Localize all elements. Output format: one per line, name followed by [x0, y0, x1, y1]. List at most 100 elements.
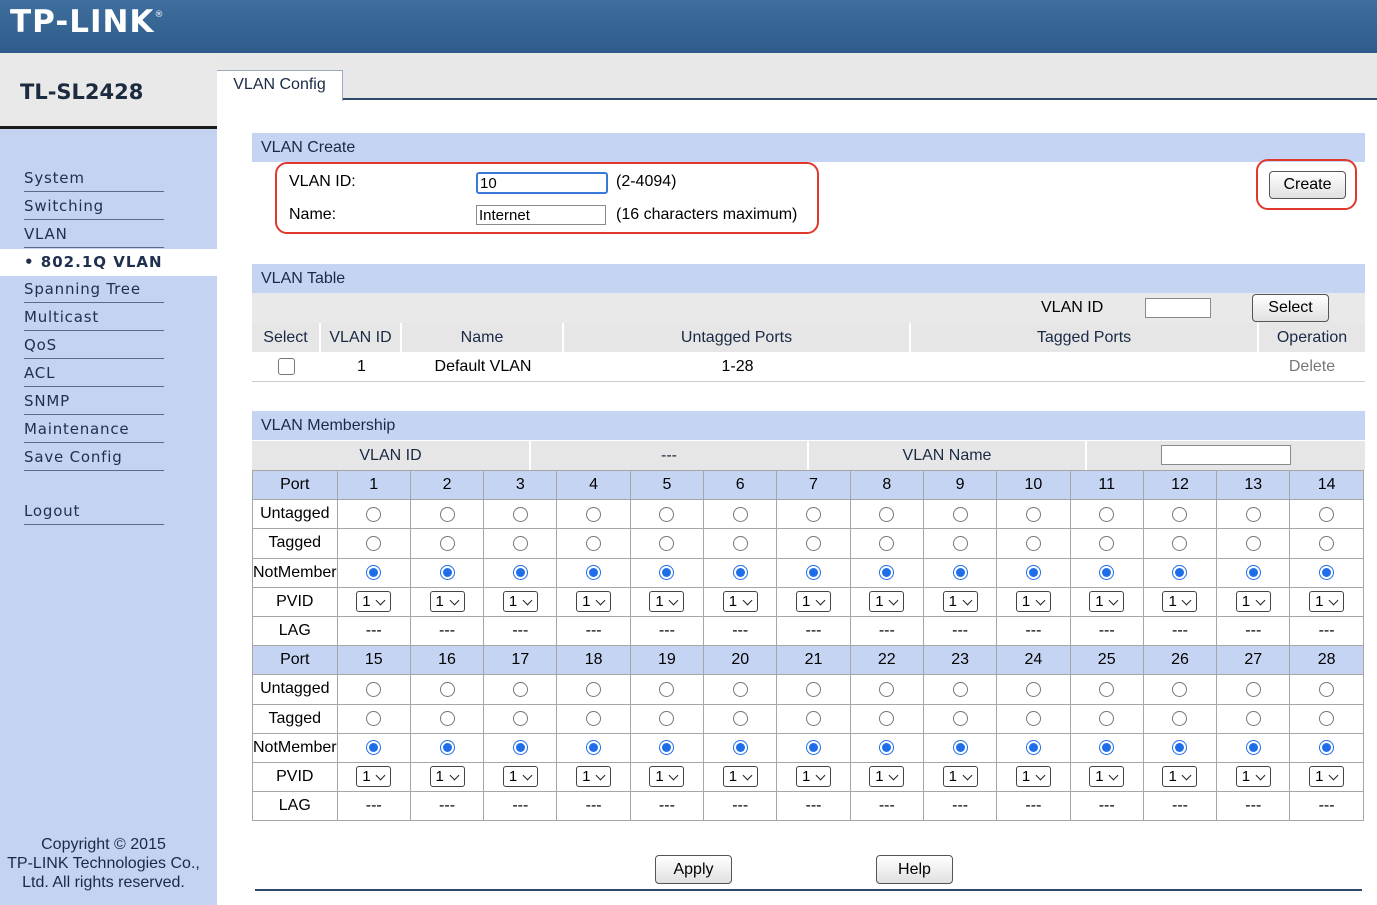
untagged-radio-port-21[interactable] — [806, 681, 821, 697]
pvid-select-port-6[interactable]: 1 — [722, 591, 758, 613]
select-button[interactable]: Select — [1252, 294, 1329, 322]
pvid-select-port-5[interactable]: 1 — [649, 591, 685, 613]
tagged-radio-port-5[interactable] — [659, 535, 675, 551]
untagged-radio-port-7[interactable] — [806, 506, 821, 522]
pvid-select-port-16[interactable]: 1 — [429, 766, 465, 788]
tagged-radio-port-21[interactable] — [806, 710, 821, 726]
notmember-radio-port-10[interactable] — [1025, 564, 1041, 580]
untagged-radio-port-28[interactable] — [1319, 681, 1335, 697]
tagged-radio-port-18[interactable] — [586, 710, 602, 726]
tagged-radio-port-9[interactable] — [952, 535, 968, 551]
notmember-radio-port-26[interactable] — [1172, 740, 1188, 756]
sidebar-item-save-config[interactable]: Save Config — [24, 446, 164, 471]
tagged-radio-port-6[interactable] — [732, 535, 748, 551]
tagged-radio-port-11[interactable] — [1099, 535, 1115, 551]
tagged-radio-port-15[interactable] — [366, 710, 382, 726]
tagged-radio-port-8[interactable] — [879, 535, 895, 551]
row-select-checkbox[interactable] — [278, 358, 295, 375]
notmember-radio-port-20[interactable] — [732, 740, 748, 756]
tagged-radio-port-22[interactable] — [879, 710, 895, 726]
sidebar-item-system[interactable]: System — [24, 167, 164, 192]
pvid-select-port-25[interactable]: 1 — [1089, 766, 1125, 788]
notmember-radio-port-3[interactable] — [512, 564, 528, 580]
pvid-select-port-27[interactable]: 1 — [1235, 766, 1271, 788]
notmember-radio-port-11[interactable] — [1099, 564, 1115, 580]
sidebar-item-qos[interactable]: QoS — [24, 334, 164, 359]
apply-button[interactable]: Apply — [655, 855, 732, 884]
tagged-radio-port-25[interactable] — [1099, 710, 1115, 726]
notmember-radio-port-9[interactable] — [952, 564, 968, 580]
tagged-radio-port-26[interactable] — [1172, 710, 1188, 726]
pvid-select-port-24[interactable]: 1 — [1015, 766, 1051, 788]
untagged-radio-port-10[interactable] — [1025, 506, 1041, 522]
tagged-radio-port-19[interactable] — [659, 710, 675, 726]
membership-vlan-name-input[interactable] — [1161, 445, 1291, 465]
tagged-radio-port-10[interactable] — [1025, 535, 1041, 551]
sidebar-item-switching[interactable]: Switching — [24, 195, 164, 220]
untagged-radio-port-16[interactable] — [439, 681, 455, 697]
untagged-radio-port-8[interactable] — [879, 506, 895, 522]
pvid-select-port-7[interactable]: 1 — [796, 591, 831, 613]
notmember-radio-port-4[interactable] — [586, 564, 602, 580]
tagged-radio-port-13[interactable] — [1245, 535, 1261, 551]
untagged-radio-port-15[interactable] — [366, 681, 382, 697]
untagged-radio-port-24[interactable] — [1025, 681, 1041, 697]
untagged-radio-port-11[interactable] — [1099, 506, 1115, 522]
pvid-select-port-13[interactable]: 1 — [1235, 591, 1271, 613]
pvid-select-port-22[interactable]: 1 — [869, 766, 905, 788]
sidebar-item-multicast[interactable]: Multicast — [24, 306, 164, 331]
filter-vlan-id-input[interactable] — [1145, 298, 1211, 318]
untagged-radio-port-5[interactable] — [659, 506, 675, 522]
notmember-radio-port-1[interactable] — [366, 564, 382, 580]
pvid-select-port-21[interactable]: 1 — [796, 766, 831, 788]
pvid-select-port-28[interactable]: 1 — [1309, 766, 1345, 788]
delete-link[interactable]: Delete — [1259, 352, 1365, 381]
pvid-select-port-11[interactable]: 1 — [1089, 591, 1125, 613]
tagged-radio-port-23[interactable] — [952, 710, 968, 726]
notmember-radio-port-21[interactable] — [806, 740, 821, 756]
untagged-radio-port-17[interactable] — [512, 681, 528, 697]
untagged-radio-port-19[interactable] — [659, 681, 675, 697]
untagged-radio-port-27[interactable] — [1245, 681, 1261, 697]
sidebar-item-acl[interactable]: ACL — [24, 362, 164, 387]
untagged-radio-port-2[interactable] — [439, 506, 455, 522]
notmember-radio-port-27[interactable] — [1245, 740, 1261, 756]
notmember-radio-port-12[interactable] — [1172, 564, 1188, 580]
vlan-id-input[interactable] — [476, 172, 608, 194]
tagged-radio-port-27[interactable] — [1245, 710, 1261, 726]
untagged-radio-port-26[interactable] — [1172, 681, 1188, 697]
notmember-radio-port-22[interactable] — [879, 740, 895, 756]
untagged-radio-port-25[interactable] — [1099, 681, 1115, 697]
notmember-radio-port-15[interactable] — [366, 740, 382, 756]
untagged-radio-port-13[interactable] — [1245, 506, 1261, 522]
pvid-select-port-20[interactable]: 1 — [722, 766, 758, 788]
notmember-radio-port-8[interactable] — [879, 564, 895, 580]
untagged-radio-port-18[interactable] — [586, 681, 602, 697]
tagged-radio-port-3[interactable] — [512, 535, 528, 551]
pvid-select-port-10[interactable]: 1 — [1015, 591, 1051, 613]
notmember-radio-port-16[interactable] — [439, 740, 455, 756]
sidebar-item-802-1q-vlan[interactable]: • 802.1Q VLAN — [0, 249, 217, 276]
sidebar-item-spanning-tree[interactable]: Spanning Tree — [24, 278, 164, 303]
sidebar-item-maintenance[interactable]: Maintenance — [24, 418, 164, 443]
notmember-radio-port-24[interactable] — [1025, 740, 1041, 756]
pvid-select-port-1[interactable]: 1 — [356, 591, 392, 613]
pvid-select-port-12[interactable]: 1 — [1162, 591, 1198, 613]
pvid-select-port-18[interactable]: 1 — [576, 766, 612, 788]
notmember-radio-port-6[interactable] — [732, 564, 748, 580]
pvid-select-port-26[interactable]: 1 — [1162, 766, 1198, 788]
tagged-radio-port-28[interactable] — [1319, 710, 1335, 726]
pvid-select-port-2[interactable]: 1 — [429, 591, 465, 613]
pvid-select-port-17[interactable]: 1 — [502, 766, 538, 788]
pvid-select-port-23[interactable]: 1 — [942, 766, 978, 788]
tagged-radio-port-2[interactable] — [439, 535, 455, 551]
notmember-radio-port-23[interactable] — [952, 740, 968, 756]
untagged-radio-port-3[interactable] — [512, 506, 528, 522]
create-button[interactable]: Create — [1269, 171, 1346, 199]
name-input[interactable] — [476, 205, 606, 225]
untagged-radio-port-4[interactable] — [586, 506, 602, 522]
untagged-radio-port-6[interactable] — [732, 506, 748, 522]
notmember-radio-port-17[interactable] — [512, 740, 528, 756]
tagged-radio-port-14[interactable] — [1319, 535, 1335, 551]
notmember-radio-port-18[interactable] — [586, 740, 602, 756]
